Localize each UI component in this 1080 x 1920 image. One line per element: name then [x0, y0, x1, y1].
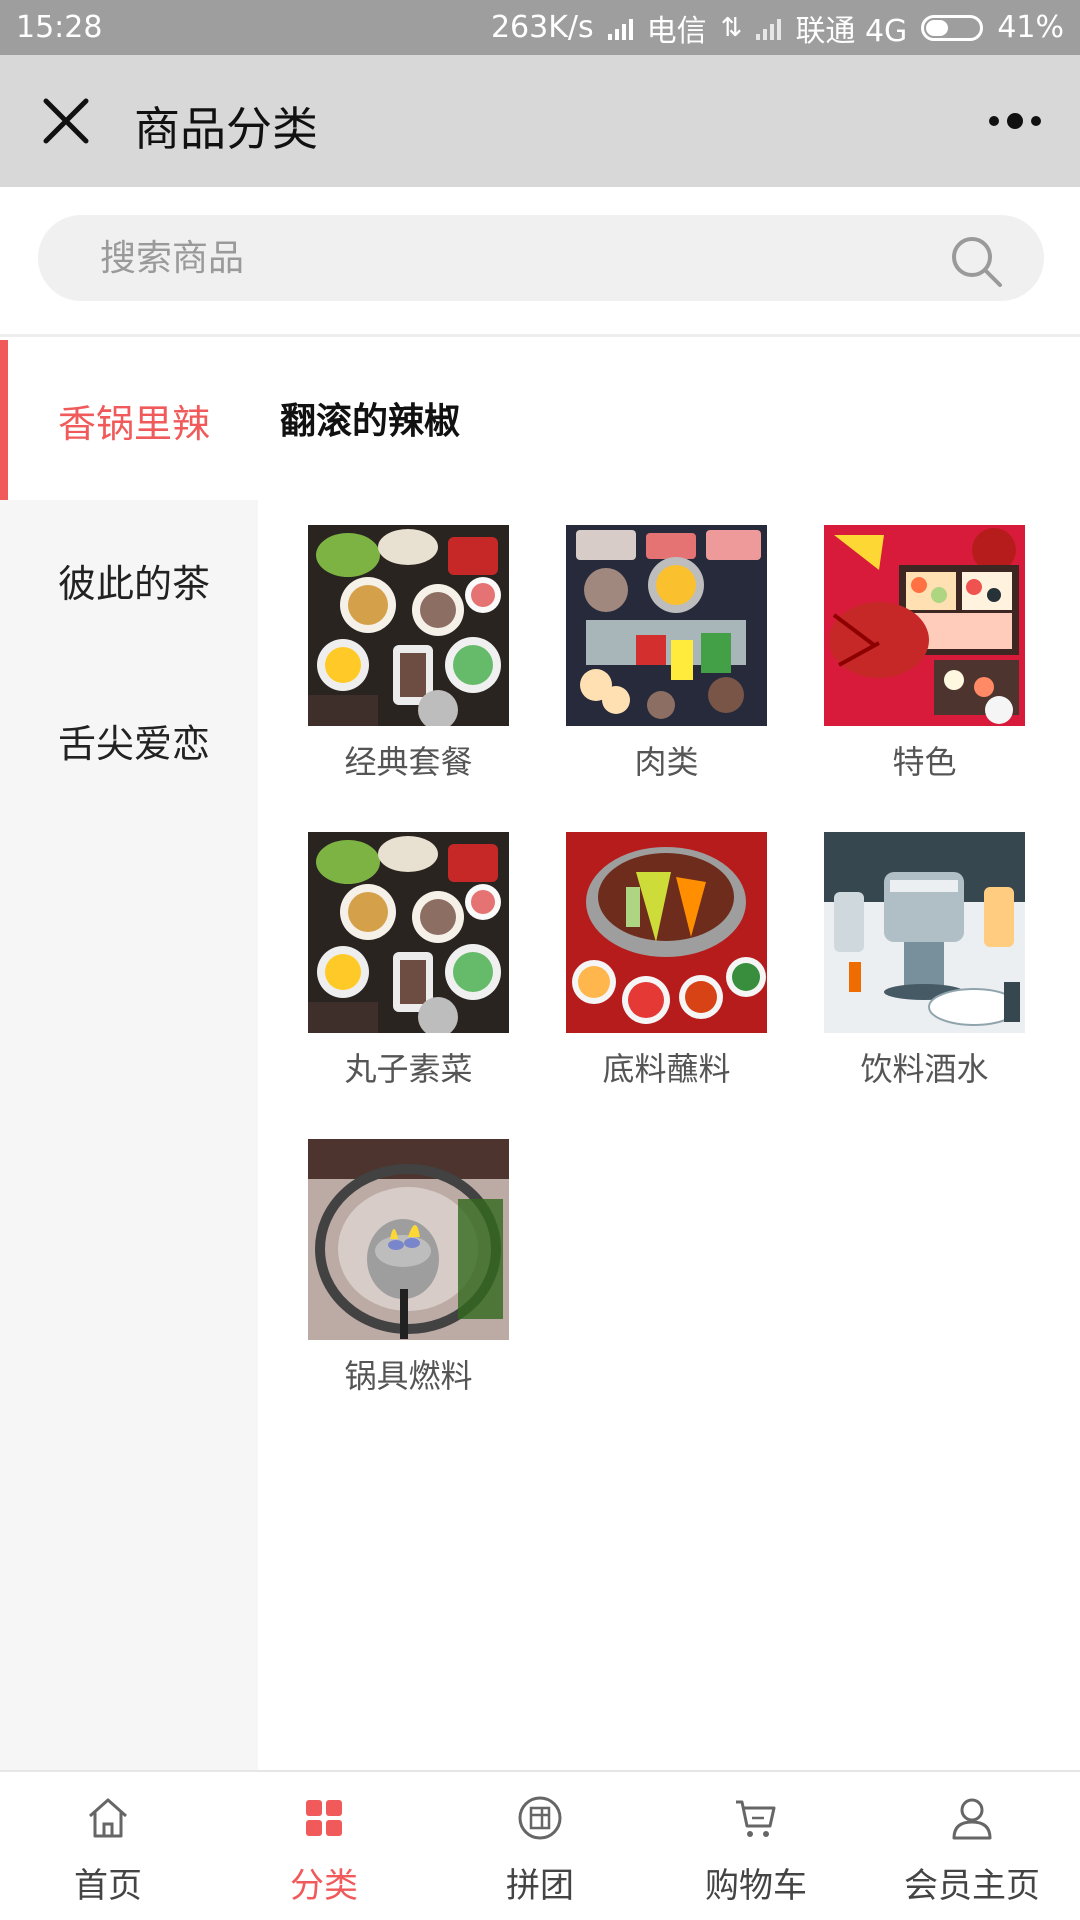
category-label: 底料蘸料 — [602, 1050, 731, 1088]
network-speed: 263K/s — [490, 10, 594, 45]
page-title: 商品分类 — [134, 102, 318, 156]
category-label: 饮料酒水 — [860, 1050, 989, 1088]
data-transfer-icon: ⇅ — [720, 12, 743, 43]
category-content: 翻滚的辣椒 经典套餐 肉类 特色 丸子素菜 底料蘸料 饮料酒水 锅具燃料 — [258, 340, 1080, 1770]
category-item[interactable]: 底料蘸料 — [566, 832, 767, 1089]
category-label: 经典套餐 — [344, 743, 473, 781]
lobster-bento-photo — [824, 525, 1025, 726]
tab-label: 首页 — [74, 1866, 142, 1906]
page: 15:28 263K/s 电信 ⇅ 联通 4G 41% 商品分类 搜索商品 香锅… — [0, 0, 1080, 1920]
category-item[interactable]: 饮料酒水 — [824, 832, 1025, 1089]
status-time: 15:28 — [16, 10, 103, 45]
category-label: 特色 — [892, 743, 957, 781]
category-label: 肉类 — [634, 743, 699, 781]
category-item[interactable]: 特色 — [824, 525, 1025, 782]
category-item[interactable]: 肉类 — [566, 525, 767, 782]
category-item[interactable]: 锅具燃料 — [308, 1139, 509, 1396]
tab-label: 购物车 — [705, 1866, 807, 1906]
sidebar-item-xiangguolila[interactable]: 香锅里辣 — [0, 340, 258, 500]
search-icon[interactable] — [948, 233, 1006, 291]
category-item[interactable]: 经典套餐 — [308, 525, 509, 782]
category-sidebar: 香锅里辣 彼此的茶 舌尖爱恋 — [0, 340, 258, 1770]
burner-flame-photo — [308, 1139, 509, 1340]
sidebar-item-bicidecha[interactable]: 彼此的茶 — [0, 500, 258, 660]
tab-label: 拼团 — [506, 1866, 574, 1906]
sidebar-item-label: 舌尖爱恋 — [58, 721, 211, 766]
group-buy-icon — [518, 1796, 562, 1840]
tab-label: 会员主页 — [904, 1866, 1040, 1906]
status-bar: 15:28 263K/s 电信 ⇅ 联通 4G 41% — [0, 0, 1080, 55]
tab-label: 分类 — [290, 1866, 358, 1906]
tab-category[interactable]: 分类 — [216, 1772, 432, 1920]
carrier-1: 电信 — [646, 13, 707, 49]
hotpot-broth-sauces-photo — [566, 832, 767, 1033]
tab-home[interactable]: 首页 — [0, 1772, 216, 1920]
cart-icon — [736, 1800, 776, 1837]
signal-icon — [607, 16, 633, 40]
tab-group-buy[interactable]: 拼团 — [432, 1772, 648, 1920]
close-icon[interactable] — [40, 95, 92, 147]
tab-member[interactable]: 会员主页 — [864, 1772, 1080, 1920]
sidebar-item-shejianailian[interactable]: 舌尖爱恋 — [0, 660, 258, 820]
category-grid: 经典套餐 肉类 特色 丸子素菜 底料蘸料 饮料酒水 锅具燃料 — [308, 525, 1070, 1396]
search-area — [0, 187, 1080, 337]
meat-platter-photo — [566, 525, 767, 726]
search-box[interactable] — [38, 215, 1044, 301]
bottom-tab-bar: 首页 分类 拼团 购物车 会员主页 — [0, 1770, 1080, 1920]
signal-icon-2 — [756, 16, 782, 40]
hotpot-spread-photo — [308, 525, 509, 726]
carrier-2: 联通 4G — [795, 13, 908, 49]
steel-pot-table-photo — [824, 832, 1025, 1033]
battery-percent: 41% — [997, 10, 1064, 45]
category-item[interactable]: 丸子素菜 — [308, 832, 509, 1089]
section-title: 翻滚的辣椒 — [280, 401, 461, 442]
hotpot-spread-photo — [308, 832, 509, 1033]
home-icon — [89, 1798, 127, 1838]
category-label: 锅具燃料 — [344, 1357, 473, 1395]
status-indicators: 263K/s 电信 ⇅ 联通 4G 41% — [491, 6, 1064, 50]
title-bar: 商品分类 — [0, 55, 1080, 187]
sidebar-item-label: 彼此的茶 — [58, 561, 211, 606]
tab-cart[interactable]: 购物车 — [648, 1772, 864, 1920]
search-input[interactable] — [100, 215, 960, 301]
sidebar-item-label: 香锅里辣 — [58, 401, 211, 446]
user-icon — [952, 1798, 992, 1840]
category-grid-icon — [306, 1800, 342, 1836]
battery-icon — [921, 14, 984, 41]
category-label: 丸子素菜 — [344, 1050, 473, 1088]
more-dots-icon[interactable] — [986, 107, 1044, 135]
